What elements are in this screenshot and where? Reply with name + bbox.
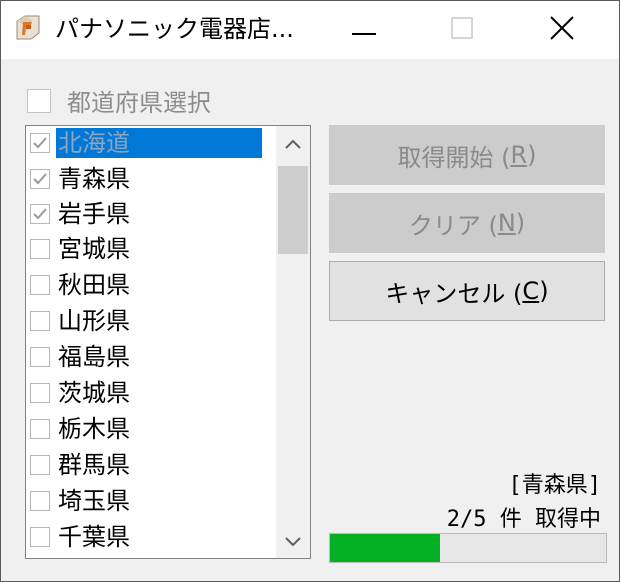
list-item[interactable]: 北海道 — [26, 128, 262, 158]
list-item-label: 茨城県 — [58, 379, 130, 407]
checkbox[interactable] — [30, 347, 50, 367]
list-item-label: 宮城県 — [58, 235, 130, 263]
start-fetch-label: 取得開始 ( — [397, 143, 511, 172]
clear-button[interactable]: クリア (N) — [329, 193, 605, 253]
prefecture-list[interactable]: 北海道 青森県 岩手県 宮城県 秋田県 山形県 福島県 茨城県 栃木県 群馬県 … — [25, 125, 311, 559]
close-button[interactable] — [513, 1, 611, 59]
scroll-thumb[interactable] — [278, 166, 308, 254]
list-item[interactable]: 青森県 — [26, 164, 132, 194]
list-item[interactable]: 茨城県 — [26, 378, 132, 408]
clear-close-paren: ) — [515, 209, 526, 237]
list-item-label: 埼玉県 — [58, 487, 130, 515]
checkbox[interactable] — [30, 239, 50, 259]
list-item[interactable]: 埼玉県 — [26, 486, 132, 516]
list-item-label: 秋田県 — [58, 271, 130, 299]
vertical-scrollbar[interactable] — [276, 126, 310, 558]
minimize-icon — [352, 21, 376, 40]
checkbox[interactable] — [30, 311, 50, 331]
start-fetch-accesskey: R — [510, 141, 528, 169]
list-item-label: 群馬県 — [58, 451, 130, 479]
clear-accesskey: N — [497, 209, 516, 237]
window-title: パナソニック電器店... — [55, 15, 294, 43]
list-item[interactable]: 秋田県 — [26, 270, 132, 300]
scroll-down-button[interactable] — [276, 524, 310, 558]
app-logo-icon — [13, 13, 43, 43]
cancel-button[interactable]: キャンセル (C) — [329, 261, 605, 321]
list-item-label: 青森県 — [58, 165, 130, 193]
checkbox[interactable] — [30, 491, 50, 511]
fetch-count-status: 2/5 件 取得中 — [446, 507, 601, 532]
list-item-label: 山形県 — [58, 307, 130, 335]
list-item-label: 北海道 — [56, 128, 262, 158]
checkbox[interactable] — [30, 383, 50, 403]
title-bar[interactable]: パナソニック電器店... — [1, 1, 619, 59]
list-item[interactable]: 群馬県 — [26, 450, 132, 480]
application-window: パナソニック電器店... 都道府県選択 北海道 青森県 岩手県 宮城県 秋田県 … — [0, 0, 620, 582]
checkbox-checked[interactable] — [30, 169, 50, 189]
current-prefecture-status: [青森県] — [508, 473, 602, 498]
progress-fill — [330, 534, 441, 562]
close-icon — [550, 16, 574, 44]
scroll-up-button[interactable] — [276, 126, 310, 160]
list-item-label: 福島県 — [58, 343, 130, 371]
list-item[interactable]: 栃木県 — [26, 414, 132, 444]
checkbox[interactable] — [30, 275, 50, 295]
chevron-up-icon — [285, 134, 301, 153]
list-item-label: 岩手県 — [58, 200, 130, 228]
start-fetch-close-paren: ) — [527, 141, 537, 169]
cancel-accesskey: C — [522, 277, 540, 305]
prefecture-select-checkbox[interactable]: 都道府県選択 — [27, 83, 211, 118]
start-fetch-button[interactable]: 取得開始 (R) — [329, 125, 605, 185]
prefecture-select-label: 都道府県選択 — [67, 89, 211, 117]
list-item-label: 栃木県 — [58, 415, 130, 443]
checkbox[interactable] — [30, 455, 50, 475]
checkbox-box[interactable] — [27, 88, 51, 113]
list-item[interactable]: 福島県 — [26, 342, 132, 372]
dialog-content: 都道府県選択 北海道 青森県 岩手県 宮城県 秋田県 山形県 福島県 茨城県 栃… — [1, 59, 619, 581]
checkbox-checked[interactable] — [30, 133, 50, 153]
checkbox-checked[interactable] — [30, 204, 50, 224]
clear-label: クリア ( — [408, 211, 498, 240]
list-item[interactable]: 山形県 — [26, 306, 132, 336]
maximize-button[interactable] — [413, 1, 511, 59]
minimize-button[interactable] — [315, 1, 413, 59]
list-item[interactable]: 岩手県 — [26, 199, 132, 229]
chevron-down-icon — [285, 532, 301, 551]
cancel-close-paren: ) — [539, 277, 549, 305]
list-item-label: 千葉県 — [58, 523, 130, 551]
maximize-icon — [451, 17, 473, 43]
checkbox[interactable] — [30, 527, 50, 547]
progress-bar — [329, 533, 607, 563]
list-item[interactable]: 宮城県 — [26, 234, 132, 264]
list-item[interactable]: 千葉県 — [26, 522, 132, 552]
checkbox[interactable] — [30, 419, 50, 439]
cancel-label: キャンセル ( — [385, 279, 523, 308]
